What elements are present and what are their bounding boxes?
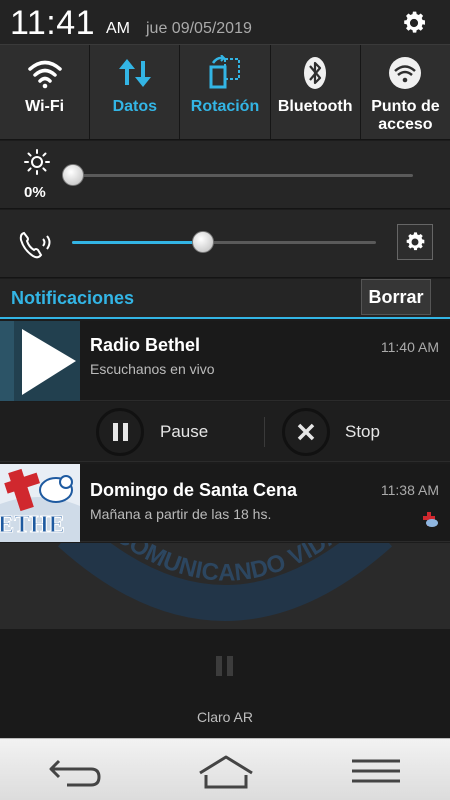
home-icon[interactable] xyxy=(196,751,256,789)
action-divider xyxy=(264,417,265,447)
quick-settings-toggles: Wi-Fi Datos Rotación Bluetooth Punto de … xyxy=(0,44,450,140)
toggle-rotation[interactable]: Rotación xyxy=(180,45,271,139)
volume-slider-fill xyxy=(72,241,203,244)
logo-text: ETHE xyxy=(0,512,65,538)
gear-icon xyxy=(406,232,425,251)
carrier-label: Claro AR xyxy=(196,709,254,725)
status-bar: 11:41 AM jue 09/05/2019 xyxy=(0,0,450,44)
menu-icon[interactable] xyxy=(346,751,406,789)
brightness-slider-thumb[interactable] xyxy=(62,164,84,186)
status-date: jue 09/05/2019 xyxy=(146,20,252,37)
notification-radio-bethel[interactable]: Radio Bethel Escuchanos en vivo 11:40 AM xyxy=(0,321,450,401)
toggle-data[interactable]: Datos xyxy=(90,45,181,139)
toggle-bluetooth[interactable]: Bluetooth xyxy=(271,45,361,139)
data-arrows-icon xyxy=(118,59,151,87)
brightness-percent: 0% xyxy=(24,184,46,201)
pause-icon xyxy=(96,408,144,456)
bethel-radio-logo: ETHE xyxy=(0,464,80,542)
rotation-icon xyxy=(209,55,240,89)
notification-title: Radio Bethel xyxy=(90,335,201,355)
volume-row xyxy=(0,210,450,278)
ringer-volume-icon xyxy=(19,231,51,259)
stop-icon xyxy=(282,408,330,456)
app-badge-icon xyxy=(423,512,438,527)
clock-time: 11:41 xyxy=(10,4,96,42)
stop-label: Stop xyxy=(345,422,380,441)
toggle-rotation-label: Rotación xyxy=(190,98,260,115)
notification-text: Escuchanos en vivo xyxy=(90,361,215,377)
notification-title: Domingo de Santa Cena xyxy=(90,480,298,500)
navigation-bar xyxy=(0,738,450,800)
wifi-icon xyxy=(27,60,62,89)
notification-app-icon xyxy=(0,321,80,401)
volume-slider-thumb[interactable] xyxy=(191,231,214,253)
toggle-wifi-label: Wi-Fi xyxy=(25,98,65,115)
brightness-slider-track[interactable] xyxy=(72,174,413,177)
notification-time: 11:38 AM xyxy=(380,482,439,498)
toggle-data-label: Datos xyxy=(112,98,158,115)
notification-actions: Pause Stop xyxy=(0,402,450,462)
notification-domingo[interactable]: ETHE Domingo de Santa Cena Mañana a part… xyxy=(0,464,450,542)
toggle-bluetooth-label: Bluetooth xyxy=(277,98,353,115)
notification-time: 11:40 AM xyxy=(380,339,439,355)
toggle-hotspot[interactable]: Punto de acceso xyxy=(361,45,450,139)
clock-ampm: AM xyxy=(106,20,130,37)
volume-settings-button[interactable] xyxy=(397,224,433,260)
bluetooth-icon xyxy=(304,57,327,89)
play-icon xyxy=(0,321,80,401)
notifications-title: Notificaciones xyxy=(11,288,135,308)
toggle-hotspot-label: Punto de acceso xyxy=(371,98,440,133)
settings-gear-icon[interactable] xyxy=(400,9,428,37)
back-icon[interactable] xyxy=(45,751,105,789)
toggle-wifi[interactable]: Wi-Fi xyxy=(0,45,91,139)
pause-label: Pause xyxy=(160,422,209,441)
notifications-header: Notificaciones Borrar xyxy=(0,279,450,319)
notification-text: Mañana a partir de las 18 hs. xyxy=(90,506,272,522)
hotspot-icon xyxy=(389,57,422,89)
wallpaper-pause-icon xyxy=(216,656,233,676)
brightness-row: 0% xyxy=(0,141,450,209)
brightness-sun-icon xyxy=(24,149,50,175)
clear-notifications-button[interactable]: Borrar xyxy=(361,279,431,315)
